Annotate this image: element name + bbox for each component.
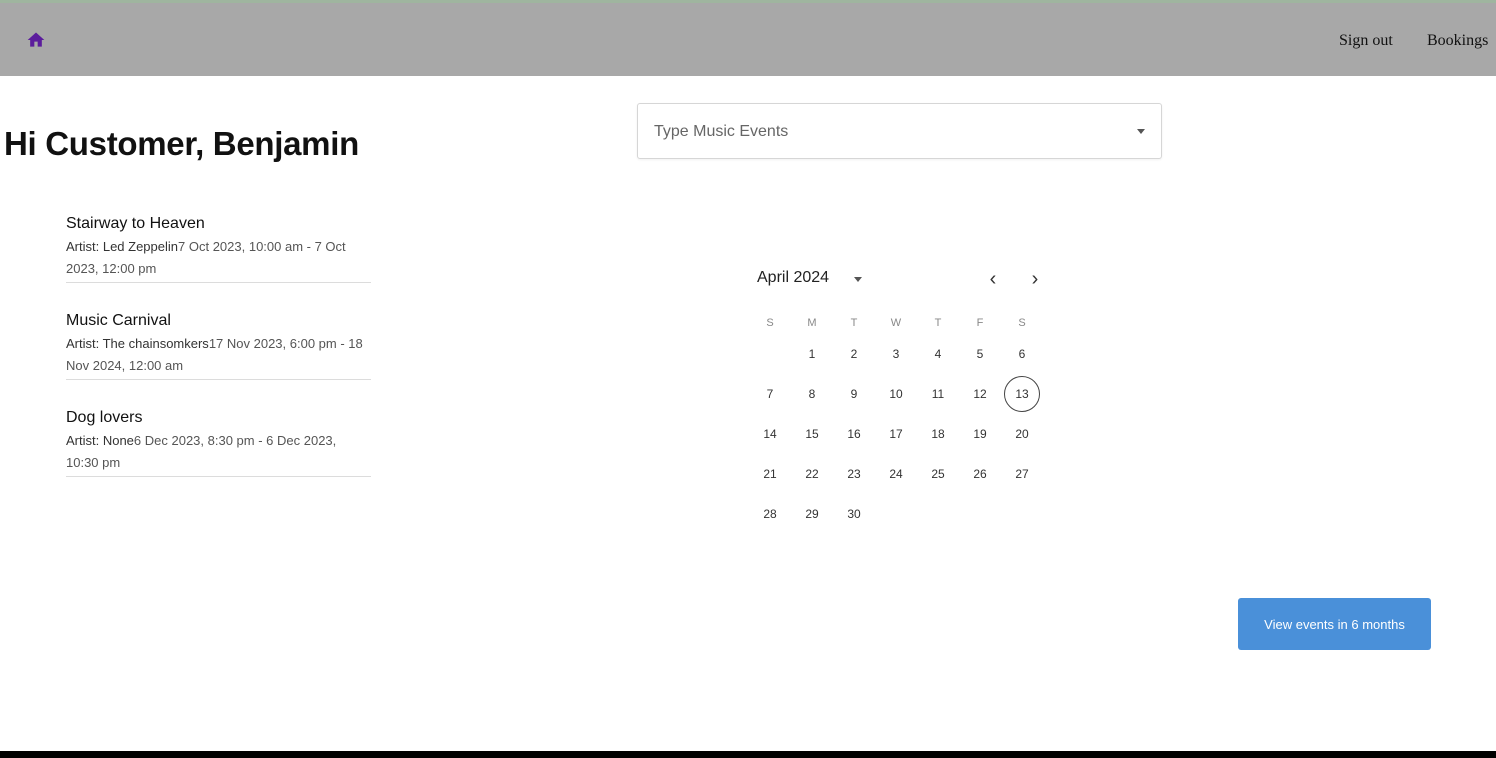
calendar-day[interactable]: 20 xyxy=(1004,416,1040,452)
weekday-label: F xyxy=(976,317,984,329)
calendar-day[interactable]: 18 xyxy=(920,416,956,452)
weekday-label: S xyxy=(1018,317,1026,329)
calendar-empty-cell xyxy=(962,496,998,532)
calendar-empty-cell xyxy=(752,336,788,372)
weekday-label: M xyxy=(807,317,817,329)
calendar-empty-cell xyxy=(878,496,914,532)
calendar-weeks: 1 2 3 4 5 6 7 8 9 10 11 12 13 14 15 16 17 18 19 20 21 22 23 24 2… xyxy=(752,334,1046,534)
calendar-month-label[interactable]: April 2024 xyxy=(757,269,829,287)
calendar-week-row: 7 8 9 10 11 12 13 xyxy=(752,374,1046,414)
event-artist: Artist: None xyxy=(66,433,134,448)
calendar-day[interactable]: 12 xyxy=(962,376,998,412)
calendar-day[interactable]: 23 xyxy=(836,456,872,492)
event-title: Stairway to Heaven xyxy=(66,215,205,232)
calendar-week-row: 28 29 30 xyxy=(752,494,1046,534)
event-search-autocomplete[interactable] xyxy=(637,103,1162,159)
sign-out-link[interactable]: Sign out xyxy=(1339,32,1393,50)
top-navbar: Sign out Bookings xyxy=(0,3,1496,76)
event-artist: Artist: The chainsomkers xyxy=(66,336,209,351)
calendar-day[interactable]: 24 xyxy=(878,456,914,492)
calendar-day[interactable]: 5 xyxy=(962,336,998,372)
calendar-empty-cell xyxy=(1004,496,1040,532)
calendar-day[interactable]: 3 xyxy=(878,336,914,372)
calendar-day[interactable]: 22 xyxy=(794,456,830,492)
weekday-header-row: S M T W T F S xyxy=(752,312,1046,334)
weekday-label: T xyxy=(934,317,942,329)
calendar-day[interactable]: 7 xyxy=(752,376,788,412)
calendar-day[interactable]: 25 xyxy=(920,456,956,492)
calendar-day[interactable]: 13 xyxy=(1004,376,1040,412)
calendar-day[interactable]: 9 xyxy=(836,376,872,412)
calendar-week-row: 21 22 23 24 25 26 27 xyxy=(752,454,1046,494)
calendar-day[interactable]: 1 xyxy=(794,336,830,372)
calendar-day[interactable]: 4 xyxy=(920,336,956,372)
event-list: Stairway to Heaven Artist: Led Zeppelin7… xyxy=(66,206,371,477)
calendar-day[interactable]: 27 xyxy=(1004,456,1040,492)
bookings-link[interactable]: Bookings xyxy=(1427,32,1488,50)
calendar-day[interactable]: 28 xyxy=(752,496,788,532)
calendar-day[interactable]: 17 xyxy=(878,416,914,452)
weekday-label: S xyxy=(766,317,774,329)
event-detail: Artist: The chainsomkers17 Nov 2023, 6:0… xyxy=(66,333,371,377)
home-icon[interactable] xyxy=(26,30,46,50)
event-list-item[interactable]: Dog lovers Artist: None6 Dec 2023, 8:30 … xyxy=(66,400,371,477)
calendar-day[interactable]: 6 xyxy=(1004,336,1040,372)
event-title: Music Carnival xyxy=(66,312,171,329)
view-events-button[interactable]: View events in 6 months xyxy=(1238,598,1431,650)
calendar-empty-cell xyxy=(920,496,956,532)
bottom-border xyxy=(0,751,1496,758)
weekday-label: W xyxy=(890,317,902,329)
event-list-item[interactable]: Music Carnival Artist: The chainsomkers1… xyxy=(66,303,371,380)
date-calendar: April 2024 ‹ › S M T W T F S 1 2 3 4 5 6 7 8 9 10… xyxy=(752,262,1052,542)
calendar-day[interactable]: 14 xyxy=(752,416,788,452)
event-detail: Artist: None6 Dec 2023, 8:30 pm - 6 Dec … xyxy=(66,430,371,474)
calendar-day[interactable]: 10 xyxy=(878,376,914,412)
calendar-day[interactable]: 8 xyxy=(794,376,830,412)
chevron-right-icon[interactable]: › xyxy=(1025,269,1045,289)
calendar-day[interactable]: 16 xyxy=(836,416,872,452)
calendar-day[interactable]: 15 xyxy=(794,416,830,452)
event-artist: Artist: Led Zeppelin xyxy=(66,239,179,254)
calendar-day[interactable]: 21 xyxy=(752,456,788,492)
calendar-day[interactable]: 29 xyxy=(794,496,830,532)
month-dropdown-icon[interactable] xyxy=(854,277,862,282)
calendar-grid: S M T W T F S 1 2 3 4 5 6 7 8 9 10 11 12 13 14 15 16 17 1… xyxy=(752,312,1046,534)
calendar-day[interactable]: 11 xyxy=(920,376,956,412)
dropdown-arrow-icon[interactable] xyxy=(1137,129,1145,134)
event-list-item[interactable]: Stairway to Heaven Artist: Led Zeppelin7… xyxy=(66,206,371,283)
event-title: Dog lovers xyxy=(66,409,143,426)
calendar-day[interactable]: 19 xyxy=(962,416,998,452)
search-input[interactable] xyxy=(652,120,1106,144)
page-title: Hi Customer, Benjamin xyxy=(4,125,359,162)
calendar-week-row: 14 15 16 17 18 19 20 xyxy=(752,414,1046,454)
calendar-day[interactable]: 2 xyxy=(836,336,872,372)
event-detail: Artist: Led Zeppelin7 Oct 2023, 10:00 am… xyxy=(66,236,371,280)
weekday-label: T xyxy=(850,317,858,329)
calendar-day[interactable]: 30 xyxy=(836,496,872,532)
calendar-week-row: 123456 xyxy=(752,334,1046,374)
calendar-day[interactable]: 26 xyxy=(962,456,998,492)
chevron-left-icon[interactable]: ‹ xyxy=(983,269,1003,289)
